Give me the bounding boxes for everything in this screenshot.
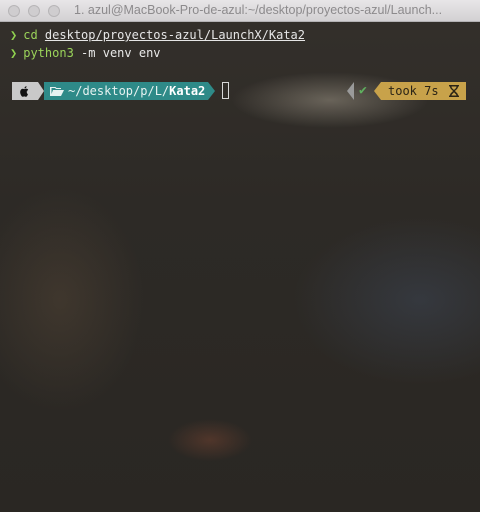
apple-icon [20,86,29,97]
command-argument: -m venv env [81,46,161,60]
minimize-window-button[interactable] [28,5,40,17]
duration-segment: took 7s [381,82,466,100]
path-prefix: ~/desktop/p/L/ [68,84,170,98]
duration-text: took 7s [388,84,439,98]
prompt-chevron-icon: ❯ [10,46,18,60]
terminal-line-cd: ❯ cd desktop/proyectos-azul/LaunchX/Kata2 [10,27,305,43]
path-text: ~/desktop/p/L/Kata2 [68,82,205,100]
status-separator [347,82,354,100]
folder-open-icon [50,87,64,96]
terminal-line-python: ❯ python3 -m venv env [10,45,161,61]
check-icon: ✔ [359,83,367,98]
prompt-chevron-icon: ❯ [10,28,18,42]
close-window-button[interactable] [8,5,20,17]
window-title: 1. azul@MacBook-Pro-de-azul:~/desktop/pr… [74,3,443,17]
command-name: cd [23,28,38,42]
path-current: Kata2 [169,84,206,98]
command-name: python3 [23,46,74,60]
os-segment [12,82,38,100]
command-argument: desktop/proyectos-azul/LaunchX/Kata2 [44,28,306,42]
path-segment: ~/desktop/p/L/Kata2 [44,82,208,100]
terminal-cursor[interactable] [222,82,229,99]
terminal-window: 1. azul@MacBook-Pro-de-azul:~/desktop/pr… [0,0,480,512]
segment-separator [208,82,215,100]
title-bar[interactable]: 1. azul@MacBook-Pro-de-azul:~/desktop/pr… [0,0,480,22]
powerline-prompt: ~/desktop/p/L/Kata2 ✔ took 7s [10,82,470,100]
hourglass-icon [449,85,459,97]
zoom-window-button[interactable] [48,5,60,17]
duration-separator [374,82,381,100]
